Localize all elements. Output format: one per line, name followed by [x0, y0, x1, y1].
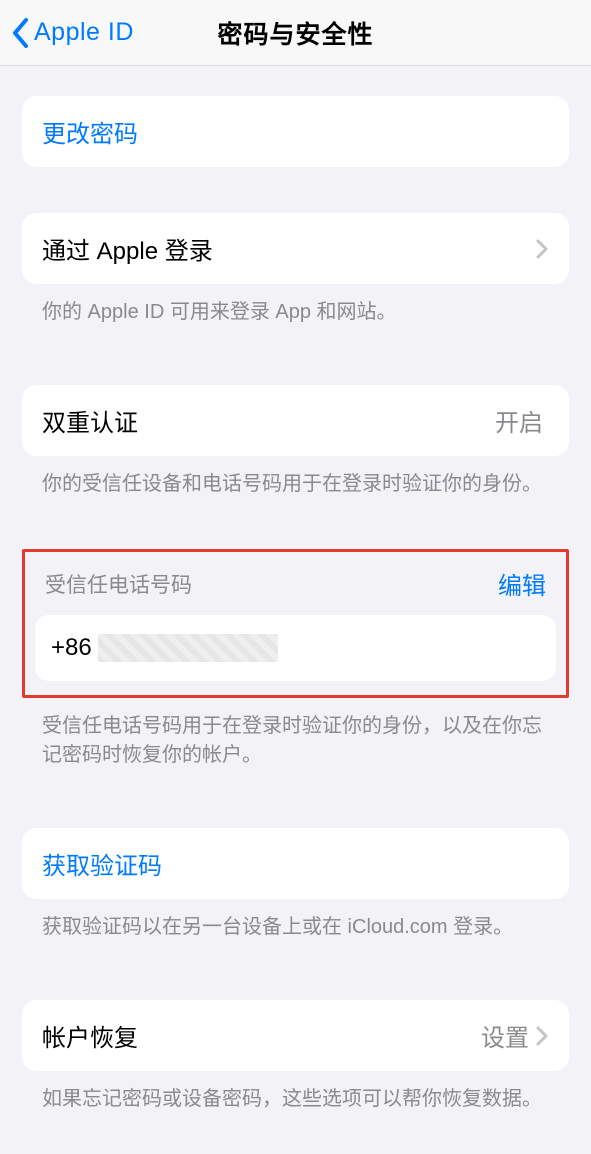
group-account-recovery: 帐户恢复 设置 如果忘记密码或设备密码，这些选项可以帮你恢复数据。	[22, 1000, 569, 1114]
change-password-cell[interactable]: 更改密码	[22, 96, 569, 167]
trusted-phone-footer: 受信任电话号码用于在登录时验证你的身份，以及在你忘记密码时恢复你的帐户。	[22, 698, 569, 770]
trusted-phone-cell[interactable]: +86	[35, 615, 556, 681]
chevron-left-icon	[10, 16, 32, 50]
trusted-phone-section: 受信任电话号码 编辑 +86	[22, 549, 569, 698]
group-two-factor: 双重认证 开启 你的受信任设备和电话号码用于在登录时验证你的身份。	[22, 385, 569, 499]
back-button[interactable]: Apple ID	[10, 0, 134, 65]
sign-in-with-apple-cell[interactable]: 通过 Apple 登录	[22, 213, 569, 284]
group-get-code: 获取验证码 获取验证码以在另一台设备上或在 iCloud.com 登录。	[22, 828, 569, 942]
chevron-right-icon	[535, 1025, 549, 1047]
account-recovery-label: 帐户恢复	[42, 1018, 138, 1053]
get-code-footer: 获取验证码以在另一台设备上或在 iCloud.com 登录。	[22, 899, 569, 942]
sign-in-with-apple-label: 通过 Apple 登录	[42, 231, 213, 266]
chevron-right-icon	[535, 238, 549, 260]
group-change-password: 更改密码	[22, 96, 569, 167]
trusted-phone-header: 受信任电话号码 编辑	[35, 562, 556, 615]
account-recovery-value: 设置	[481, 1018, 529, 1053]
back-label: Apple ID	[34, 18, 134, 47]
two-factor-label: 双重认证	[42, 403, 138, 438]
change-password-label: 更改密码	[42, 114, 138, 149]
sign-in-with-apple-footer: 你的 Apple ID 可用来登录 App 和网站。	[22, 284, 569, 327]
get-code-cell[interactable]: 获取验证码	[22, 828, 569, 899]
trusted-phone-edit-button[interactable]: 编辑	[498, 566, 546, 601]
account-recovery-footer: 如果忘记密码或设备密码，这些选项可以帮你恢复数据。	[22, 1071, 569, 1114]
get-code-label: 获取验证码	[42, 846, 162, 881]
group-sign-in-apple: 通过 Apple 登录 你的 Apple ID 可用来登录 App 和网站。	[22, 213, 569, 327]
trusted-phone-header-label: 受信任电话号码	[45, 569, 192, 599]
navbar: Apple ID 密码与安全性	[0, 0, 591, 66]
content: 更改密码 通过 Apple 登录 你的 Apple ID 可用来登录 App 和…	[0, 96, 591, 1154]
account-recovery-cell[interactable]: 帐户恢复 设置	[22, 1000, 569, 1071]
trusted-phone-prefix: +86	[51, 634, 92, 662]
two-factor-value: 开启	[495, 403, 543, 438]
two-factor-footer: 你的受信任设备和电话号码用于在登录时验证你的身份。	[22, 456, 569, 499]
two-factor-cell[interactable]: 双重认证 开启	[22, 385, 569, 456]
trusted-phone-redacted	[98, 634, 278, 662]
